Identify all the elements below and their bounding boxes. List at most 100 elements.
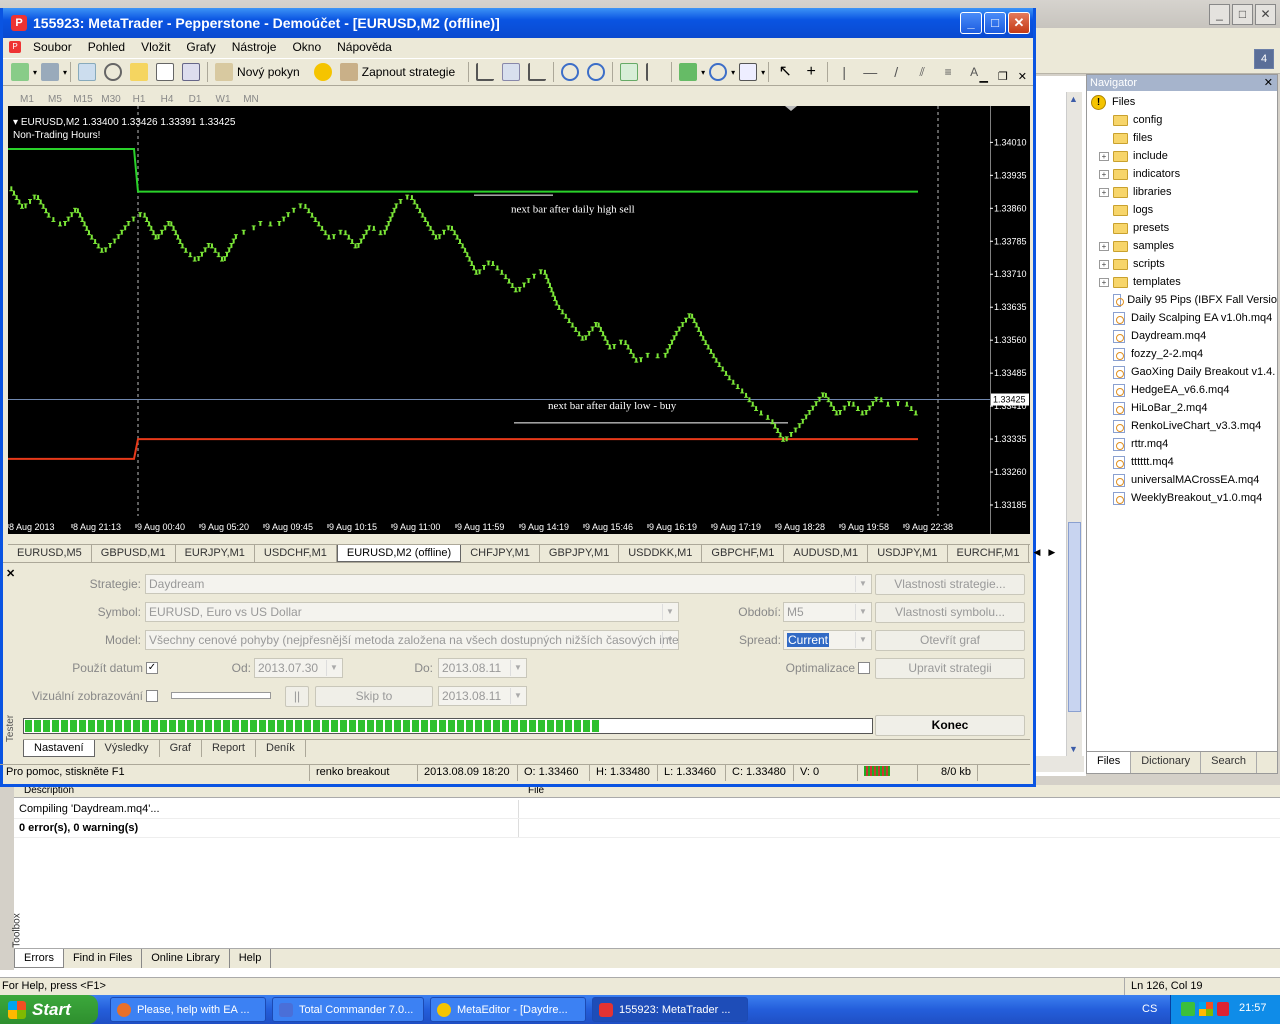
- terminal-icon[interactable]: [156, 63, 175, 81]
- nav-folder-templates[interactable]: + templates: [1091, 273, 1277, 291]
- scroll-thumb[interactable]: [1068, 522, 1081, 712]
- dropdown-icon[interactable]: ▾: [701, 68, 705, 77]
- tab-graph[interactable]: Graf: [160, 740, 202, 757]
- nav-file[interactable]: rttr.mq4: [1091, 435, 1277, 453]
- chart-tab[interactable]: USDDKK,M1: [619, 545, 703, 562]
- chart-canvas[interactable]: next bar after daily high sell next bar a…: [8, 106, 990, 534]
- tf-w1[interactable]: W1: [209, 94, 237, 105]
- skip-date[interactable]: 2013.08.11 ▼: [438, 686, 527, 706]
- symbol-properties-button[interactable]: Vlastnosti symbolu...: [875, 602, 1025, 623]
- from-date[interactable]: 2013.07.30 ▼: [254, 658, 343, 678]
- tab-files[interactable]: Files: [1087, 752, 1132, 773]
- task-total-commander[interactable]: Total Commander 7.0...: [272, 997, 424, 1022]
- model-select[interactable]: Všechny cenové pohyby (nejpřesnější meto…: [145, 630, 679, 650]
- chart-tab[interactable]: GBPJPY,M1: [540, 545, 620, 562]
- tf-m1[interactable]: M1: [13, 94, 41, 105]
- menu-tools[interactable]: Nástroje: [224, 40, 285, 54]
- tf-m15[interactable]: M15: [69, 94, 97, 105]
- fibonacci-icon[interactable]: ≡: [939, 63, 957, 81]
- visual-speed-slider[interactable]: [171, 692, 271, 699]
- tab-scroll-left-icon[interactable]: ◀: [1029, 545, 1044, 562]
- dropdown-icon[interactable]: ▾: [33, 68, 37, 77]
- market-watch-icon[interactable]: [78, 63, 97, 81]
- dropdown-icon[interactable]: ▾: [731, 68, 735, 77]
- spread-select[interactable]: Current ▼: [783, 630, 872, 650]
- tab-scroll-right-icon[interactable]: ▶: [1044, 545, 1059, 562]
- minimize-button[interactable]: _: [1209, 4, 1230, 25]
- tf-m30[interactable]: M30: [97, 94, 125, 105]
- maximize-button[interactable]: □: [984, 12, 1006, 34]
- tf-h1[interactable]: H1: [125, 94, 153, 105]
- crosshair-icon[interactable]: +: [802, 63, 820, 81]
- chart-tab[interactable]: USDCHF,M1: [255, 545, 337, 562]
- nav-file[interactable]: RenkoLiveChart_v3.3.mq4: [1091, 417, 1277, 435]
- nav-folder-include[interactable]: + include: [1091, 147, 1277, 165]
- expand-icon[interactable]: +: [1099, 151, 1109, 161]
- nav-file[interactable]: Daydream.mq4: [1091, 327, 1277, 345]
- expert-properties-button[interactable]: Vlastnosti strategie...: [875, 574, 1025, 595]
- scroll-up-icon[interactable]: ▲: [1069, 94, 1078, 104]
- expand-icon[interactable]: +: [1099, 169, 1109, 179]
- modify-expert-button[interactable]: Upravit strategii: [875, 658, 1025, 679]
- nav-file[interactable]: WeeklyBreakout_v1.0.mq4: [1091, 489, 1277, 507]
- output-row[interactable]: Compiling 'Daydream.mq4'...: [14, 800, 1280, 819]
- nav-folder-indicators[interactable]: + indicators: [1091, 165, 1277, 183]
- output-row[interactable]: 0 error(s), 0 warning(s): [14, 819, 1280, 838]
- expert-advisors-icon[interactable]: [339, 63, 358, 81]
- profiles-icon[interactable]: [41, 63, 60, 81]
- line-chart-icon[interactable]: [528, 63, 547, 81]
- tf-mn[interactable]: MN: [237, 94, 265, 105]
- task-firefox[interactable]: Please, help with EA ...: [110, 997, 266, 1022]
- tab-help[interactable]: Help: [230, 949, 272, 968]
- menu-charts[interactable]: Grafy: [178, 40, 223, 54]
- minimize-button[interactable]: _: [960, 12, 982, 34]
- new-order-icon[interactable]: [215, 63, 234, 81]
- skip-to-button[interactable]: Skip to: [315, 686, 433, 707]
- price-chart[interactable]: next bar after daily high sell next bar a…: [8, 106, 990, 534]
- equidistant-channel-icon[interactable]: ⫽: [913, 63, 931, 81]
- chart-tab[interactable]: EURCHF,M1: [948, 545, 1030, 562]
- menu-help[interactable]: Nápověda: [329, 40, 400, 54]
- editor-vscrollbar[interactable]: ▲ ▼: [1066, 92, 1082, 756]
- start-button[interactable]: Start: [0, 995, 98, 1024]
- tab-search[interactable]: Search: [1201, 752, 1257, 773]
- cursor-icon[interactable]: ↖: [776, 63, 794, 81]
- tab-find-in-files[interactable]: Find in Files: [64, 949, 143, 968]
- visual-mode-checkbox[interactable]: [146, 690, 158, 702]
- clock[interactable]: 21:57: [1239, 1002, 1267, 1014]
- new-chart-icon[interactable]: [11, 63, 29, 81]
- chart-tab[interactable]: GBPCHF,M1: [702, 545, 785, 562]
- price-axis[interactable]: 1.34010 1.33935 1.33860 1.33785 1.33710 1.336…: [989, 106, 1030, 534]
- menu-insert[interactable]: Vložit: [133, 40, 178, 54]
- indicators-icon[interactable]: [679, 63, 698, 81]
- stop-button[interactable]: Konec: [875, 715, 1025, 736]
- language-indicator[interactable]: CS: [1142, 1003, 1157, 1015]
- nav-folder-files[interactable]: files: [1091, 129, 1277, 147]
- nav-folder-logs[interactable]: logs: [1091, 201, 1277, 219]
- nav-folder-presets[interactable]: presets: [1091, 219, 1277, 237]
- use-date-checkbox[interactable]: ✓: [146, 662, 158, 674]
- menu-view[interactable]: Pohled: [80, 40, 133, 54]
- dropdown-icon[interactable]: ▾: [761, 68, 765, 77]
- data-window-icon[interactable]: [104, 63, 123, 81]
- nav-file[interactable]: tttttt.mq4: [1091, 453, 1277, 471]
- close-button[interactable]: ✕: [1008, 12, 1030, 34]
- dropdown-icon[interactable]: ▾: [63, 68, 67, 77]
- tab-online-library[interactable]: Online Library: [142, 949, 230, 968]
- strategy-select[interactable]: Daydream ▼: [145, 574, 872, 594]
- optimization-checkbox[interactable]: [858, 662, 870, 674]
- tab-report[interactable]: Report: [202, 740, 256, 757]
- navigator-icon[interactable]: [130, 63, 149, 81]
- nav-file[interactable]: Daily Scalping EA v1.0h.mq4: [1091, 309, 1277, 327]
- expand-icon[interactable]: +: [1099, 187, 1109, 197]
- tab-journal[interactable]: Deník: [256, 740, 306, 757]
- chart-tab[interactable]: EURUSD,M5: [8, 545, 92, 562]
- expand-icon[interactable]: +: [1099, 241, 1109, 251]
- nav-file[interactable]: HiLoBar_2.mq4: [1091, 399, 1277, 417]
- pause-button[interactable]: ||: [285, 686, 309, 707]
- tester-close-icon[interactable]: ✕: [6, 567, 15, 580]
- autoscroll-icon[interactable]: [620, 63, 639, 81]
- nav-file[interactable]: universalMACrossEA.mq4: [1091, 471, 1277, 489]
- child-window-icon[interactable]: P: [9, 41, 21, 53]
- navigator-close-icon[interactable]: ✕: [1264, 76, 1273, 90]
